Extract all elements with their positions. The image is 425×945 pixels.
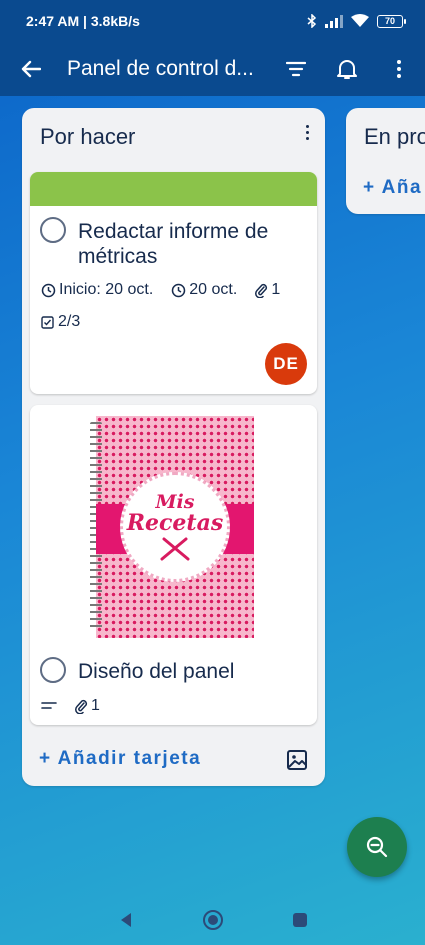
status-time: 2:47 AM | 3.8kB/s <box>26 13 140 29</box>
status-icons: 70 <box>307 14 406 28</box>
member-avatar[interactable]: DE <box>265 343 307 385</box>
attachment-badge: 1 <box>255 281 280 299</box>
back-button[interactable] <box>9 47 53 91</box>
card-badges: Inicio: 20 oct. 20 oct. 1 <box>41 281 280 299</box>
board-title: Panel de control d... <box>67 57 254 80</box>
card-title: Diseño del panel <box>78 660 235 683</box>
cover-image-logo: Mis Recetas <box>120 472 230 582</box>
checklist-badge: 2/3 <box>41 313 80 331</box>
list-en-progreso: En pro + Aña <box>346 108 425 214</box>
more-vertical-icon <box>397 60 401 78</box>
start-date-badge: Inicio: 20 oct. <box>41 281 153 299</box>
status-bar: 2:47 AM | 3.8kB/s 70 <box>0 0 425 42</box>
card-complete-checkbox[interactable] <box>40 217 66 243</box>
whisk-spatula-icon <box>160 537 190 561</box>
list-menu-button[interactable] <box>299 122 315 142</box>
card-title: Redactar informe de métricas <box>78 220 269 268</box>
bluetooth-icon <box>307 14 317 28</box>
back-arrow-icon <box>21 60 41 78</box>
nav-back-icon[interactable] <box>118 912 134 928</box>
zoom-out-button[interactable] <box>347 817 407 877</box>
clock-icon <box>41 283 56 297</box>
system-nav-bar <box>0 895 425 945</box>
paperclip-icon <box>75 699 88 714</box>
filter-icon <box>286 61 306 77</box>
signal-icon <box>325 14 343 28</box>
clock-icon <box>172 283 186 297</box>
add-card-from-image-button[interactable] <box>286 749 308 771</box>
bell-icon <box>337 60 357 79</box>
app-bar: Panel de control d... <box>0 42 425 96</box>
filter-button[interactable] <box>274 47 318 91</box>
nav-recents-icon[interactable] <box>292 912 308 928</box>
image-icon <box>287 750 307 770</box>
list-title: En pro <box>364 124 425 149</box>
zoom-out-icon <box>366 836 388 858</box>
checklist-icon <box>41 315 54 329</box>
more-options-button[interactable] <box>377 47 421 91</box>
card-cover-image: Mis Recetas <box>90 416 254 638</box>
add-card-button[interactable]: + Aña <box>363 177 422 199</box>
wifi-icon <box>351 14 369 27</box>
list-title: Por hacer <box>40 124 136 149</box>
card-complete-checkbox[interactable] <box>40 657 66 683</box>
card-diseno-panel[interactable]: Mis Recetas Diseño del panel 1 <box>30 405 317 725</box>
card-badges: 1 <box>41 697 100 715</box>
attachment-badge: 1 <box>75 697 100 715</box>
battery-icon: 70 <box>377 14 406 28</box>
list-por-hacer: Por hacer Redactar informe de métricas I… <box>22 108 325 786</box>
card-label-green <box>30 172 317 206</box>
add-card-button[interactable]: + Añadir tarjeta <box>39 748 201 770</box>
card-redactar-informe[interactable]: Redactar informe de métricas Inicio: 20 … <box>30 172 317 394</box>
paperclip-icon <box>255 283 268 298</box>
due-date-badge: 20 oct. <box>171 281 237 299</box>
description-icon <box>41 702 57 709</box>
nav-home-icon[interactable] <box>202 909 224 931</box>
notifications-button[interactable] <box>325 47 369 91</box>
